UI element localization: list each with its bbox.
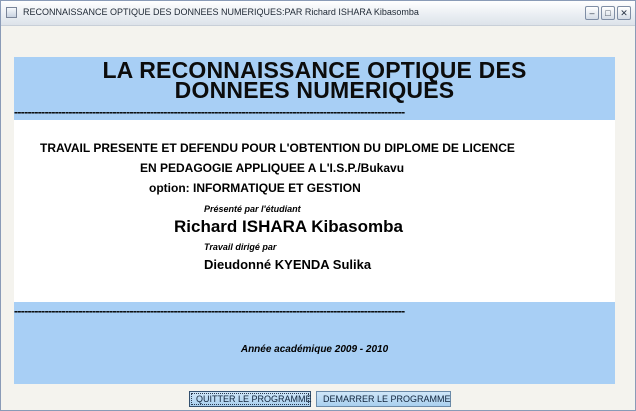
footer-separator: ----------------------------------------…	[14, 306, 405, 316]
academic-year: Année académique 2009 - 2010	[240, 344, 389, 355]
maximize-button[interactable]: □	[601, 6, 615, 20]
directed-by-label: Travail dirigé par	[204, 242, 277, 252]
director-name: Dieudonné KYENDA Sulika	[204, 257, 372, 272]
window-title: RECONNAISSANCE OPTIQUE DES DONNEES NUMER…	[23, 7, 419, 17]
title-bar[interactable]: RECONNAISSANCE OPTIQUE DES DONNEES NUMER…	[1, 1, 635, 26]
app-window-icon[interactable]	[6, 7, 17, 18]
start-program-button[interactable]: DEMARRER LE PROGRAMME	[316, 391, 451, 407]
presented-by-label: Présenté par l'étudiant	[204, 204, 301, 214]
main-title-line-2: DONNEES NUMERIQUES	[174, 77, 455, 103]
student-name: Richard ISHARA Kibasomba	[174, 217, 403, 236]
application-window: RECONNAISSANCE OPTIQUE DES DONNEES NUMER…	[0, 0, 636, 411]
header-separator: ----------------------------------------…	[14, 107, 405, 117]
main-title: LA RECONNAISSANCE OPTIQUE DES DONNEES NU…	[14, 57, 615, 103]
title-page-panel: LA RECONNAISSANCE OPTIQUE DES DONNEES NU…	[14, 57, 615, 384]
minimize-button[interactable]: –	[585, 6, 599, 20]
quit-program-button[interactable]: QUITTER LE PROGRAMME	[189, 391, 312, 407]
thesis-statement: TRAVAIL PRESENTE ET DEFENDU POUR L'OBTEN…	[40, 141, 515, 155]
option-line: option: INFORMATIQUE ET GESTION	[149, 181, 361, 195]
close-button[interactable]: ✕	[617, 6, 631, 20]
institution-line: EN PEDAGOGIE APPLIQUEE A L'I.S.P./Bukavu	[140, 161, 405, 175]
form-content: LA RECONNAISSANCE OPTIQUE DES DONNEES NU…	[4, 26, 632, 407]
